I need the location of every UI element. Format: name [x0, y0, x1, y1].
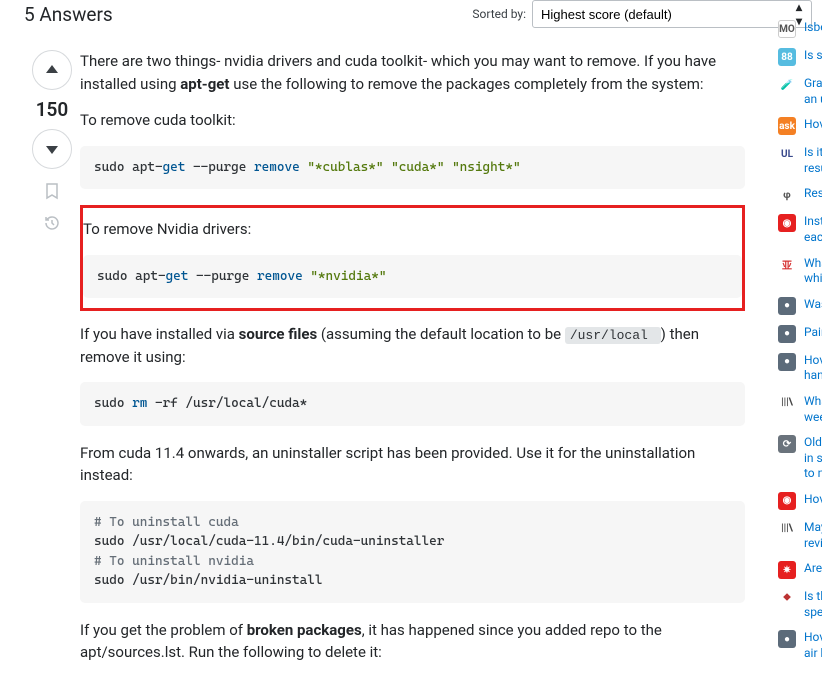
sort-select[interactable]: Highest score (default) — [532, 0, 812, 28]
related-link[interactable]: ⟳ Oldin seto n — [778, 435, 822, 482]
code-block[interactable]: sudo apt-get --purge remove "*cublas*" "… — [80, 146, 745, 190]
related-title: Hovhan — [804, 353, 822, 384]
code-block[interactable]: sudo apt-get --purge remove "*nvidia*" — [83, 255, 742, 299]
related-title: Whawee — [804, 394, 822, 425]
history-icon[interactable] — [42, 213, 62, 233]
related-title: Hov — [804, 117, 822, 133]
site-icon: |||\ — [778, 520, 796, 538]
related-link[interactable]: ask Hov — [778, 117, 822, 135]
related-link[interactable]: ● Hovhan — [778, 353, 822, 384]
related-link[interactable]: ✷ Are — [778, 561, 822, 579]
related-link[interactable]: φ Rese — [778, 186, 822, 204]
related-link[interactable]: 88 Is sa — [778, 48, 822, 66]
related-link[interactable]: MO Isbe — [778, 20, 822, 38]
related-title: Hovair b — [804, 630, 822, 661]
site-icon: ◉ — [778, 492, 796, 510]
related-sidebar: MO Isbe 88 Is sa 🧪 Graan u ask Hov UL Is itresu φR… — [778, 0, 822, 661]
answer-text: From cuda 11.4 onwards, an uninstaller s… — [80, 442, 745, 487]
related-title: Oldin seto n — [804, 435, 822, 482]
site-icon: ask — [778, 117, 796, 135]
sort-label: Sorted by: — [472, 7, 526, 21]
vote-count: 150 — [36, 98, 69, 121]
upvote-button[interactable] — [32, 50, 72, 90]
site-icon: φ — [778, 186, 796, 204]
related-link[interactable]: 🧪 Graan u — [778, 76, 822, 107]
answer-text-bold: broken packages — [247, 621, 362, 639]
related-link[interactable]: |||\ Whawee — [778, 394, 822, 425]
answer-text-bold: source files — [239, 325, 318, 343]
related-title: Mayrevi — [804, 520, 822, 551]
related-title: Are — [804, 561, 822, 577]
answer-text: To remove cuda toolkit: — [80, 109, 745, 132]
related-title: Rese — [804, 186, 822, 202]
site-icon: 🧪 — [778, 76, 796, 94]
site-icon: ● — [778, 353, 796, 371]
related-title: Whawhi — [804, 256, 822, 287]
answer-text: If you have installed via — [80, 325, 239, 343]
related-link[interactable]: ◉ Insteacl — [778, 214, 822, 245]
related-title: Is thspe — [804, 589, 822, 620]
site-icon: UL — [778, 145, 796, 163]
answer-text: use the following to remove the packages… — [229, 75, 703, 93]
related-link[interactable]: ● Was — [778, 297, 822, 315]
related-title: Pair — [804, 325, 822, 341]
related-link[interactable]: ◉ Hov — [778, 492, 822, 510]
related-title: Was — [804, 297, 822, 313]
code-block[interactable]: sudo rm -rf /usr/local/cuda* — [80, 382, 745, 426]
inline-code: /usr/local — [565, 327, 661, 344]
site-icon: ⟳ — [778, 435, 796, 453]
site-icon: 88 — [778, 48, 796, 66]
site-icon: ⯁ — [778, 589, 796, 607]
related-title: Is itresu — [804, 145, 822, 176]
site-icon: ◉ — [778, 214, 796, 232]
related-link[interactable]: ⯁ Is thspe — [778, 589, 822, 620]
site-icon: |||\ — [778, 394, 796, 412]
related-title: Insteacl — [804, 214, 822, 245]
related-title: Graan u — [804, 76, 822, 107]
related-link[interactable]: 亚 Whawhi — [778, 256, 822, 287]
site-icon: ● — [778, 297, 796, 315]
answers-heading: 5 Answers — [24, 3, 113, 26]
downvote-button[interactable] — [32, 129, 72, 169]
highlighted-section: To remove Nvidia drivers: sudo apt-get -… — [80, 205, 745, 311]
related-title: Hov — [804, 492, 822, 508]
site-icon: ✷ — [778, 561, 796, 579]
answer-text-bold: apt-get — [180, 75, 229, 93]
answer-text: (assuming the default location to be — [317, 325, 565, 343]
code-block[interactable]: # To uninstall cuda sudo /usr/local/cuda… — [80, 501, 745, 603]
sort-control: Sorted by: Highest score (default) ▴▾ — [472, 0, 812, 28]
related-title: Is sa — [804, 48, 822, 64]
related-link[interactable]: ● Hovair b — [778, 630, 822, 661]
site-icon: ● — [778, 630, 796, 648]
answer-body: There are two things- nvidia drivers and… — [80, 50, 745, 678]
related-link[interactable]: UL Is itresu — [778, 145, 822, 176]
related-link[interactable]: |||\ Mayrevi — [778, 520, 822, 551]
bookmark-icon[interactable] — [42, 181, 62, 201]
site-icon: 亚 — [778, 256, 796, 274]
related-title: Isbe — [804, 20, 822, 36]
related-link[interactable]: ● Pair — [778, 325, 822, 343]
answer-text: If you get the problem of — [80, 621, 247, 639]
site-icon: MO — [778, 20, 796, 38]
answer-text: To remove Nvidia drivers: — [83, 218, 742, 241]
site-icon: ● — [778, 325, 796, 343]
